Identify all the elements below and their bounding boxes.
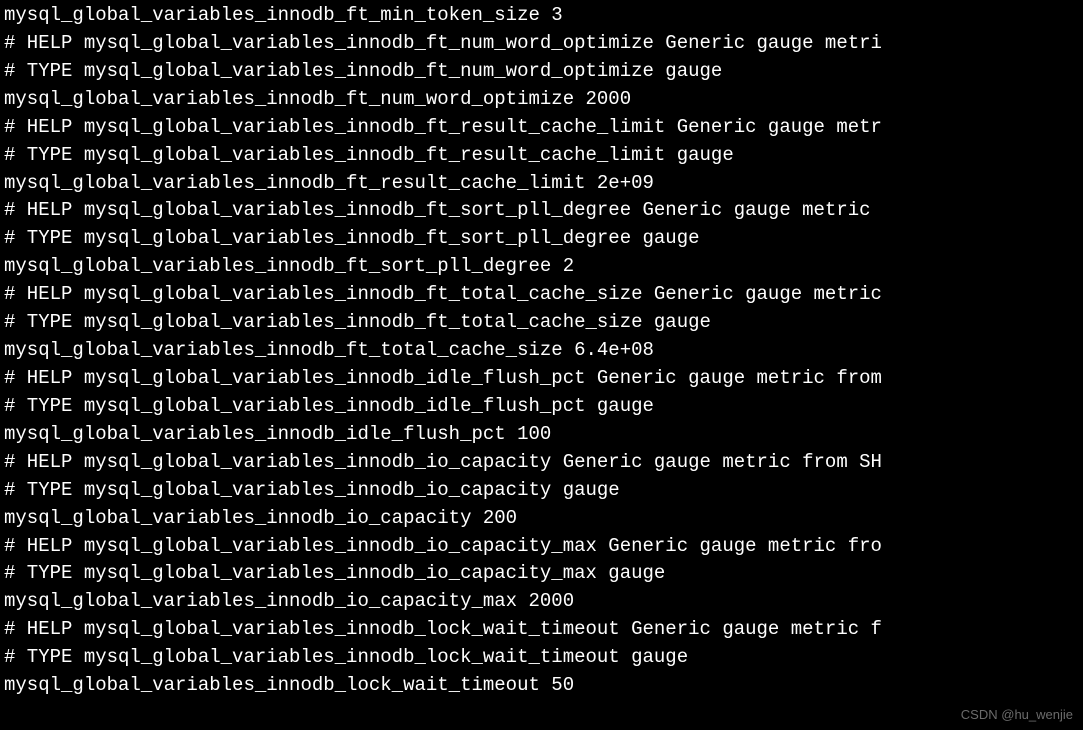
terminal-line: mysql_global_variables_innodb_ft_sort_pl…: [4, 253, 1079, 281]
terminal-line: mysql_global_variables_innodb_io_capacit…: [4, 505, 1079, 533]
terminal-line: # HELP mysql_global_variables_innodb_io_…: [4, 449, 1079, 477]
terminal-line: # HELP mysql_global_variables_innodb_io_…: [4, 533, 1079, 561]
terminal-line: # TYPE mysql_global_variables_innodb_ft_…: [4, 58, 1079, 86]
terminal-line: # HELP mysql_global_variables_innodb_ft_…: [4, 281, 1079, 309]
terminal-line: # TYPE mysql_global_variables_innodb_idl…: [4, 393, 1079, 421]
terminal-line: # TYPE mysql_global_variables_innodb_ft_…: [4, 142, 1079, 170]
terminal-line: # HELP mysql_global_variables_innodb_idl…: [4, 365, 1079, 393]
terminal-line: # HELP mysql_global_variables_innodb_ft_…: [4, 30, 1079, 58]
terminal-line: # TYPE mysql_global_variables_innodb_io_…: [4, 477, 1079, 505]
terminal-output[interactable]: mysql_global_variables_innodb_ft_min_tok…: [0, 0, 1083, 702]
terminal-line: # TYPE mysql_global_variables_innodb_ft_…: [4, 225, 1079, 253]
terminal-line: # HELP mysql_global_variables_innodb_ft_…: [4, 114, 1079, 142]
terminal-line: # TYPE mysql_global_variables_innodb_ft_…: [4, 309, 1079, 337]
terminal-line: # HELP mysql_global_variables_innodb_loc…: [4, 616, 1079, 644]
terminal-line: mysql_global_variables_innodb_ft_total_c…: [4, 337, 1079, 365]
terminal-line: mysql_global_variables_innodb_lock_wait_…: [4, 672, 1079, 700]
watermark-text: CSDN @hu_wenjie: [961, 705, 1073, 724]
terminal-line: mysql_global_variables_innodb_ft_min_tok…: [4, 2, 1079, 30]
terminal-line: # TYPE mysql_global_variables_innodb_loc…: [4, 644, 1079, 672]
terminal-line: # HELP mysql_global_variables_innodb_ft_…: [4, 197, 1079, 225]
terminal-line: mysql_global_variables_innodb_ft_num_wor…: [4, 86, 1079, 114]
terminal-line: mysql_global_variables_innodb_io_capacit…: [4, 588, 1079, 616]
terminal-line: mysql_global_variables_innodb_ft_result_…: [4, 170, 1079, 198]
terminal-line: mysql_global_variables_innodb_idle_flush…: [4, 421, 1079, 449]
terminal-line: # TYPE mysql_global_variables_innodb_io_…: [4, 560, 1079, 588]
